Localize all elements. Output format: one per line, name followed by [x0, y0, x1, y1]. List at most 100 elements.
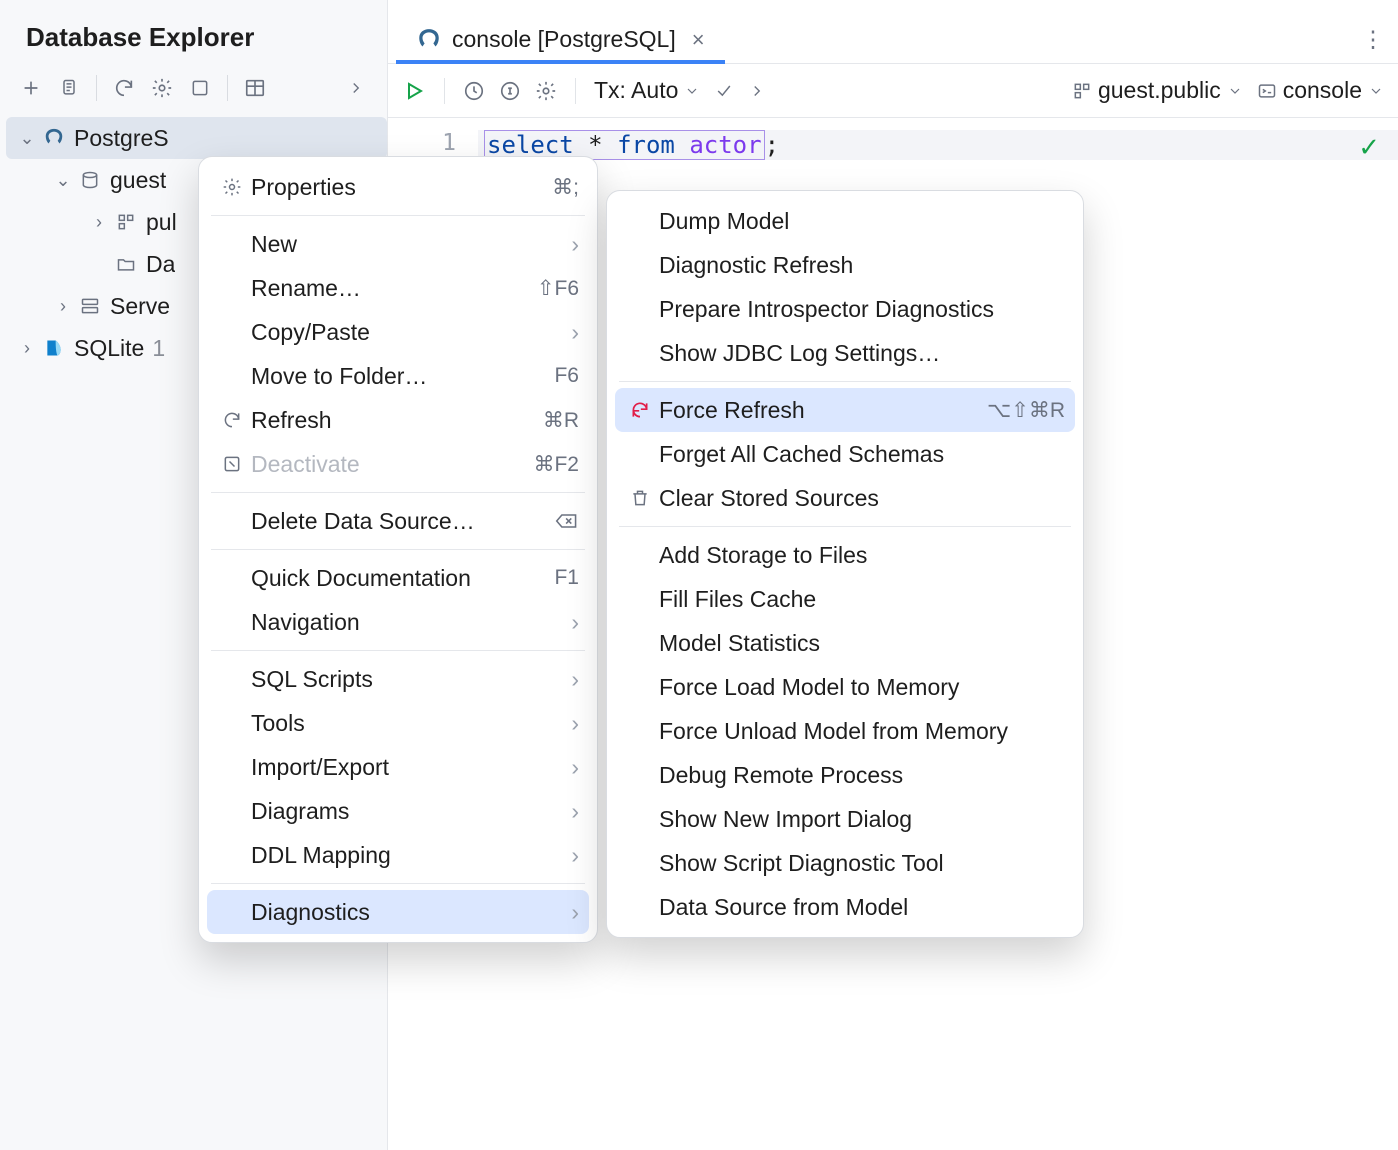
menu-shortcut: ⇧F6 — [537, 276, 579, 301]
stop-icon[interactable] — [187, 75, 213, 101]
menu-item-label: Data Source from Model — [655, 894, 1065, 921]
menu-item-label: Refresh — [247, 407, 543, 434]
menu-item[interactable]: Import/Export› — [199, 745, 597, 789]
menu-item-label: Dump Model — [655, 208, 1065, 235]
menu-item[interactable]: Data Source from Model — [607, 885, 1083, 929]
menu-shortcut: ⌘F2 — [533, 452, 579, 477]
menu-item[interactable]: Diagnostics› — [207, 890, 589, 934]
sidebar-toolbar — [0, 69, 387, 113]
menu-item[interactable]: Dump Model — [607, 199, 1083, 243]
menu-item-label: Properties — [247, 174, 552, 201]
menu-item-label: Quick Documentation — [247, 565, 554, 592]
menu-shortcut: ⌥⇧⌘R — [987, 398, 1065, 423]
refresh-icon[interactable] — [111, 75, 137, 101]
tree-arrow-icon[interactable]: › — [50, 296, 76, 317]
menu-item[interactable]: Model Statistics — [607, 621, 1083, 665]
folder-icon — [112, 254, 140, 274]
editor-tabbar: console [PostgreSQL] × ⋮ — [388, 0, 1398, 64]
menu-item-label: Force Unload Model from Memory — [655, 718, 1065, 745]
menu-item[interactable]: Force Refresh⌥⇧⌘R — [615, 388, 1075, 432]
menu-item-label: Diagnostics — [247, 899, 557, 926]
menu-item[interactable]: Rename…⇧F6 — [199, 266, 597, 310]
menu-item[interactable]: Add Storage to Files — [607, 533, 1083, 577]
menu-item[interactable]: Refresh⌘R — [199, 398, 597, 442]
tree-arrow-icon[interactable]: ⌄ — [14, 128, 40, 149]
table-icon[interactable] — [242, 75, 268, 101]
tx-mode-dropdown[interactable]: Tx: Auto — [594, 77, 700, 104]
menu-item-label: Show JDBC Log Settings… — [655, 340, 1065, 367]
close-tab-icon[interactable]: × — [692, 27, 705, 53]
tree-label: PostgreS — [74, 125, 169, 152]
sqlite-icon — [40, 338, 68, 358]
menu-item[interactable]: Properties⌘; — [199, 165, 597, 209]
menu-item[interactable]: New› — [199, 222, 597, 266]
server-icon — [76, 296, 104, 316]
expand-icon[interactable] — [343, 75, 369, 101]
run-button[interactable] — [402, 79, 426, 103]
tree-arrow-icon[interactable]: › — [86, 212, 112, 233]
tree-label: pul — [146, 209, 177, 236]
copy-icon[interactable] — [56, 75, 82, 101]
schema-icon — [112, 212, 140, 232]
menu-item[interactable]: Diagrams› — [199, 789, 597, 833]
menu-item[interactable]: Show JDBC Log Settings… — [607, 331, 1083, 375]
submenu-arrow-icon: › — [557, 231, 579, 258]
settings-icon[interactable] — [149, 75, 175, 101]
tree-arrow-icon[interactable]: ⌄ — [50, 170, 76, 191]
menu-item[interactable]: Force Load Model to Memory — [607, 665, 1083, 709]
menu-item[interactable]: DDL Mapping› — [199, 833, 597, 877]
deactivate-icon — [217, 454, 247, 474]
tree-arrow-icon[interactable]: › — [14, 338, 40, 359]
db-icon — [76, 170, 104, 190]
menu-item[interactable]: Debug Remote Process — [607, 753, 1083, 797]
tab-console[interactable]: console [PostgreSQL] × — [396, 16, 725, 63]
menu-item[interactable]: Force Unload Model from Memory — [607, 709, 1083, 753]
menu-item[interactable]: Copy/Paste› — [199, 310, 597, 354]
menu-item[interactable]: Show Script Diagnostic Tool — [607, 841, 1083, 885]
menu-item-label: Debug Remote Process — [655, 762, 1065, 789]
menu-item[interactable]: Move to Folder…F6 — [199, 354, 597, 398]
explain-icon[interactable] — [499, 80, 521, 102]
menu-item-label: Prepare Introspector Diagnostics — [655, 296, 1065, 323]
menu-item[interactable]: Quick DocumentationF1 — [199, 556, 597, 600]
menu-item-label: Navigation — [247, 609, 557, 636]
menu-item-label: Delete Data Source… — [247, 508, 555, 535]
gear-icon — [217, 177, 247, 197]
menu-item[interactable]: Forget All Cached Schemas — [607, 432, 1083, 476]
menu-item-label: Forget All Cached Schemas — [655, 441, 1065, 468]
code-line-1[interactable]: select * from actor; — [478, 130, 1398, 160]
menu-item-label: Diagnostic Refresh — [655, 252, 1065, 279]
add-icon[interactable] — [18, 75, 44, 101]
menu-item[interactable]: SQL Scripts› — [199, 657, 597, 701]
submenu-arrow-icon: › — [557, 609, 579, 636]
menu-item[interactable]: Prepare Introspector Diagnostics — [607, 287, 1083, 331]
menu-item-label: Add Storage to Files — [655, 542, 1065, 569]
tree-item[interactable]: ⌄ PostgreS — [6, 117, 387, 159]
menu-item[interactable]: Diagnostic Refresh — [607, 243, 1083, 287]
menu-item-label: Deactivate — [247, 451, 533, 478]
menu-item-label: Force Refresh — [655, 397, 987, 424]
menu-item[interactable]: Delete Data Source… — [199, 499, 597, 543]
console-dropdown[interactable]: console — [1257, 77, 1384, 104]
menu-item-label: Force Load Model to Memory — [655, 674, 1065, 701]
next-icon[interactable] — [748, 82, 766, 100]
menu-item[interactable]: Clear Stored Sources — [607, 476, 1083, 520]
tool-settings-icon[interactable] — [535, 80, 557, 102]
tab-title: console [PostgreSQL] — [452, 26, 676, 53]
menu-item[interactable]: Tools› — [199, 701, 597, 745]
menu-shortcut-icon — [555, 511, 579, 531]
menu-item-label: Show Script Diagnostic Tool — [655, 850, 1065, 877]
tree-label: guest — [110, 167, 166, 194]
tab-menu-icon[interactable]: ⋮ — [1356, 26, 1390, 63]
menu-item[interactable]: Navigation› — [199, 600, 597, 644]
commit-icon[interactable] — [714, 81, 734, 101]
menu-item[interactable]: Show New Import Dialog — [607, 797, 1083, 841]
schema-dropdown[interactable]: guest.public — [1072, 77, 1243, 104]
history-icon[interactable] — [463, 80, 485, 102]
postgres-icon — [416, 27, 442, 53]
menu-item-label: Import/Export — [247, 754, 557, 781]
menu-item-label: Rename… — [247, 275, 537, 302]
ok-check-icon: ✓ — [1358, 132, 1380, 163]
menu-item[interactable]: Fill Files Cache — [607, 577, 1083, 621]
editor-toolbar: Tx: Auto guest.public console — [388, 64, 1398, 118]
